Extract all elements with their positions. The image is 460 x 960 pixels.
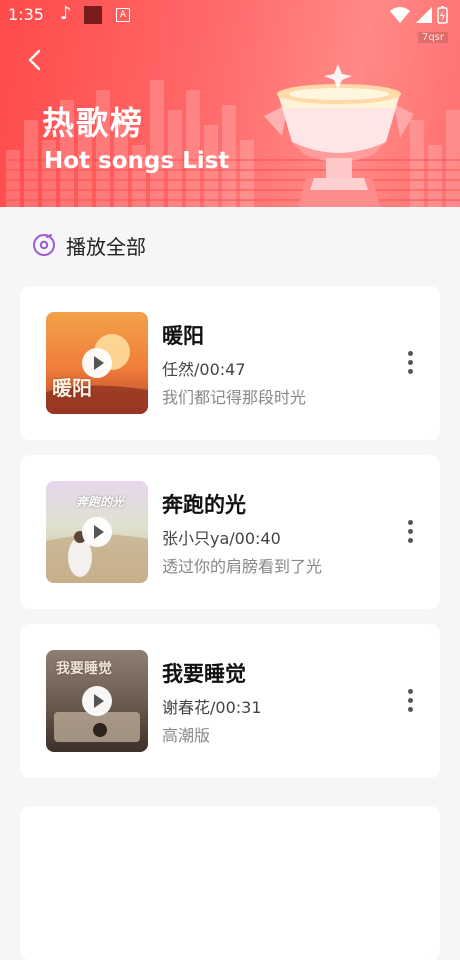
song-artist-duration: 张小只ya/00:40 (162, 529, 281, 548)
trophy-illustration (264, 64, 414, 207)
wifi-icon (390, 7, 410, 23)
more-options-icon[interactable] (400, 517, 420, 547)
app-notification-icon (84, 6, 102, 24)
signal-icon (416, 7, 432, 23)
play-all-button[interactable]: 播放全部 (32, 230, 146, 260)
song-title: 我要睡觉 (162, 662, 246, 686)
play-icon[interactable] (82, 686, 112, 716)
cover-title-text: 奔跑的光 (76, 495, 125, 509)
status-indicators (390, 6, 448, 24)
back-arrow-icon[interactable] (22, 46, 50, 74)
more-options-icon[interactable] (400, 348, 420, 378)
song-artist-duration: 谢春花/00:31 (162, 698, 262, 717)
play-all-label: 播放全部 (66, 234, 146, 259)
song-description: 透过你的肩膀看到了光 (162, 557, 323, 576)
disc-icon (33, 234, 55, 256)
song-card[interactable]: 奔跑的光 奔跑的光 张小只ya/00:40 透过你的肩膀看到了光 (20, 455, 440, 609)
watermark-label: 7qsr (417, 32, 448, 43)
album-cover[interactable]: 奔跑的光 (46, 481, 148, 583)
page-subtitle: Hot songs List (44, 148, 230, 174)
cover-title-text: 暖阳 (52, 376, 92, 400)
status-bar: 1:35 ♪ A (0, 0, 460, 30)
song-artist-duration: 任然/00:47 (162, 360, 246, 379)
album-cover[interactable]: 我要睡觉 (46, 650, 148, 752)
song-description: 高潮版 (162, 726, 211, 745)
status-time: 1:35 (8, 5, 44, 24)
play-icon[interactable] (82, 348, 112, 378)
song-card[interactable]: 我要睡觉 我要睡觉 谢春花/00:31 高潮版 (20, 624, 440, 778)
page-title: 热歌榜 (42, 104, 145, 142)
cover-title-text: 我要睡觉 (56, 661, 112, 677)
song-title: 奔跑的光 (162, 493, 246, 517)
album-cover[interactable]: 暖阳 (46, 312, 148, 414)
song-card[interactable]: 暖阳 暖阳 任然/00:47 我们都记得那段时光 (20, 286, 440, 440)
a-badge-icon: A (116, 8, 130, 22)
song-title: 暖阳 (162, 324, 204, 348)
more-options-icon[interactable] (400, 686, 420, 716)
song-card[interactable] (20, 806, 440, 960)
song-description: 我们都记得那段时光 (162, 388, 307, 407)
music-note-icon: ♪ (60, 3, 72, 24)
play-icon[interactable] (82, 517, 112, 547)
